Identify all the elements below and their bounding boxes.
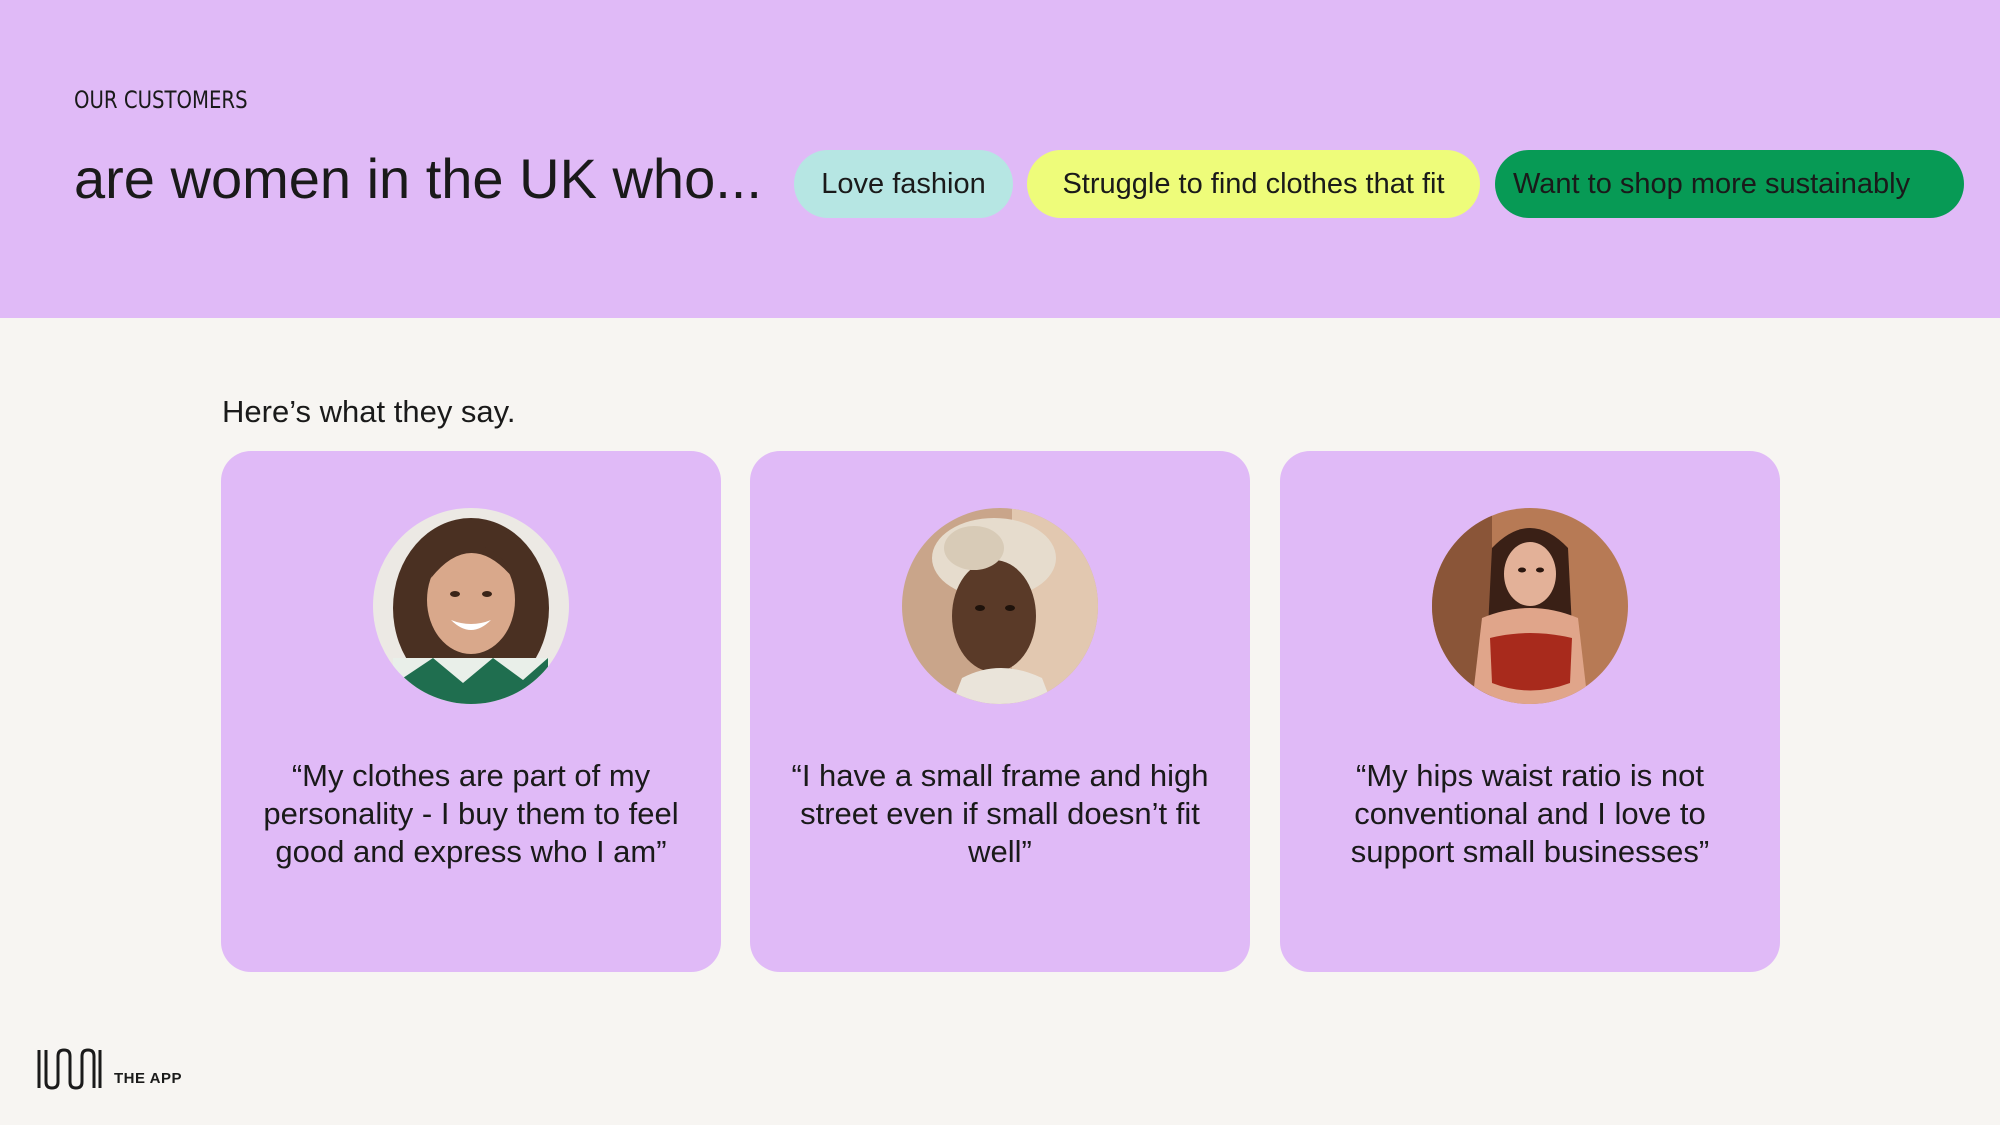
eyebrow-label: OUR CUSTOMERS xyxy=(74,86,248,114)
tag-shop-sustainably: Want to shop more sustainably xyxy=(1495,150,1964,218)
portrait-woman-red-top-icon xyxy=(1432,508,1628,704)
portrait-woman-short-curly-hair-icon xyxy=(902,508,1098,704)
testimonial-card: “My hips waist ratio is not conventional… xyxy=(1280,451,1780,972)
loom-logo-icon xyxy=(37,1048,102,1090)
tag-struggle-fit: Struggle to find clothes that fit xyxy=(1027,150,1480,218)
avatar xyxy=(373,508,569,704)
testimonial-quote: “My hips waist ratio is not conventional… xyxy=(1350,758,1710,869)
tag-love-fashion: Love fashion xyxy=(794,150,1013,218)
testimonial-quote: “My clothes are part of my personality -… xyxy=(263,758,679,869)
testimonials-intro: Here’s what they say. xyxy=(222,394,516,429)
testimonial-card: “My clothes are part of my personality -… xyxy=(221,451,721,972)
testimonial-quote: “I have a small frame and high street ev… xyxy=(791,758,1209,869)
portrait-smiling-woman-icon xyxy=(373,508,569,704)
headline: are women in the UK who... xyxy=(74,147,762,210)
testimonial-card: “I have a small frame and high street ev… xyxy=(750,451,1250,972)
footer-caption: THE APP xyxy=(114,1070,182,1087)
hero-section: OUR CUSTOMERS are women in the UK who...… xyxy=(0,0,2000,318)
avatar xyxy=(1432,508,1628,704)
avatar xyxy=(902,508,1098,704)
